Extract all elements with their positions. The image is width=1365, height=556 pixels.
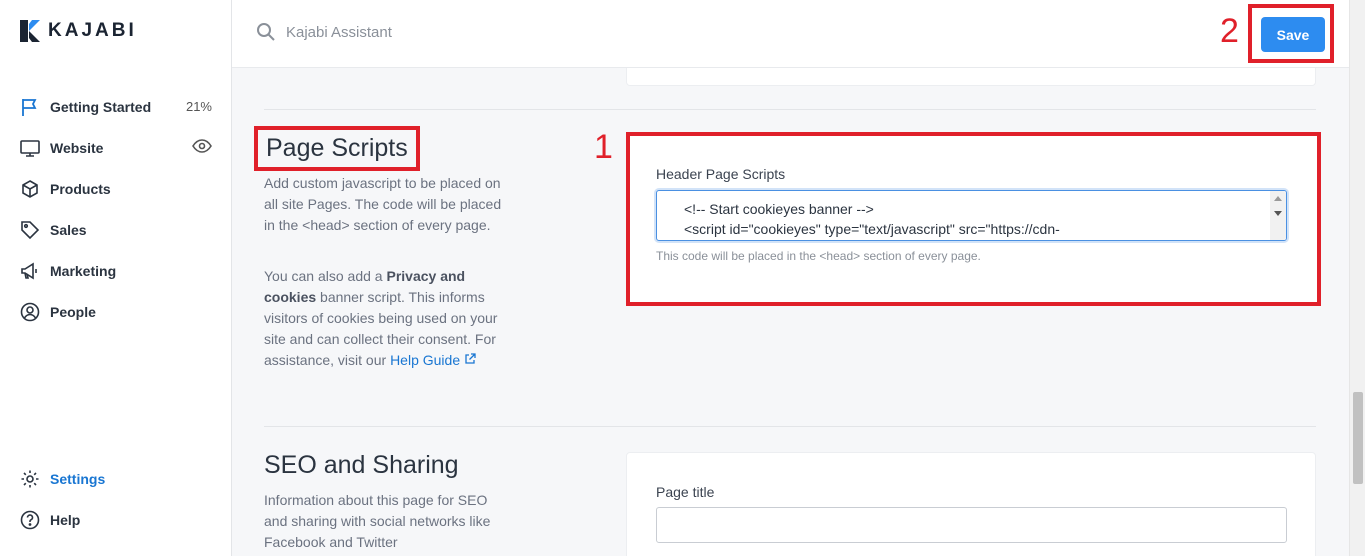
search-input[interactable]: Kajabi Assistant — [286, 24, 392, 41]
section-divider — [264, 426, 1316, 427]
kajabi-logo[interactable]: KAJABI — [20, 20, 137, 42]
flag-icon — [20, 97, 40, 117]
assistant-search[interactable]: Kajabi Assistant — [256, 22, 392, 42]
sidebar-item-label: Settings — [50, 470, 106, 487]
tag-icon — [20, 220, 40, 240]
gear-icon — [20, 469, 40, 489]
sidebar: KAJABI Getting Started 21% Website Produ… — [0, 0, 232, 556]
seo-title: SEO and Sharing — [264, 451, 459, 479]
seo-description: Information about this page for SEO and … — [264, 492, 491, 550]
textarea-scrollbar[interactable] — [1270, 191, 1286, 240]
page-scripts-description: Add custom javascript to be placed on al… — [264, 175, 502, 233]
page-scripts-title: Page Scripts — [254, 126, 420, 171]
logo-text: KAJABI — [48, 20, 137, 41]
sidebar-nav: Getting Started 21% Website Products Sal… — [0, 86, 232, 332]
progress-percent: 21% — [185, 99, 212, 114]
external-link-icon — [465, 353, 476, 364]
kajabi-logo-icon — [20, 20, 40, 42]
sidebar-item-getting-started[interactable]: Getting Started 21% — [0, 86, 232, 127]
sidebar-item-label: People — [50, 303, 96, 320]
header-scripts-hint: This code will be placed in the <head> s… — [656, 249, 981, 263]
header-page-scripts-textarea[interactable]: <!-- Start cookieyes banner --> <script … — [656, 190, 1287, 241]
page-title-input[interactable] — [656, 507, 1287, 543]
scrollbar-thumb[interactable] — [1353, 392, 1363, 484]
sidebar-item-label: Products — [50, 180, 111, 197]
question-circle-icon — [20, 510, 40, 530]
scroll-up-icon[interactable] — [1274, 196, 1282, 201]
page-title-label: Page title — [656, 484, 715, 500]
textarea-line-2: <script id="cookieyes" type="text/javasc… — [684, 221, 1060, 237]
header-page-scripts-label: Header Page Scripts — [656, 166, 786, 182]
sidebar-item-label: Getting Started — [50, 98, 152, 115]
eye-icon[interactable] — [192, 139, 212, 156]
sidebar-item-label: Website — [50, 139, 104, 156]
monitor-icon — [20, 138, 40, 158]
sidebar-item-marketing[interactable]: Marketing — [0, 250, 232, 291]
top-bar: Kajabi Assistant 2 — [232, 0, 1349, 68]
annotation-step-1: 1 — [594, 128, 613, 166]
previous-section-card — [626, 68, 1316, 86]
textarea-line-1: <!-- Start cookieyes banner --> — [684, 201, 874, 217]
person-circle-icon — [20, 302, 40, 322]
sidebar-item-website[interactable]: Website — [0, 127, 232, 168]
sidebar-item-label: Marketing — [50, 262, 117, 279]
sidebar-bottom-nav: Settings Help — [0, 458, 232, 540]
page-scrollbar[interactable] — [1349, 0, 1365, 556]
sidebar-item-label: Sales — [50, 221, 87, 238]
megaphone-icon — [20, 261, 40, 281]
scroll-down-icon[interactable] — [1274, 211, 1282, 216]
help-guide-label: Help Guide — [390, 352, 461, 368]
save-button[interactable]: Save — [1261, 17, 1325, 52]
section-divider — [264, 109, 1316, 110]
sidebar-item-sales[interactable]: Sales — [0, 209, 232, 250]
sidebar-item-people[interactable]: People — [0, 291, 232, 332]
sidebar-item-products[interactable]: Products — [0, 168, 232, 209]
sidebar-item-help[interactable]: Help — [0, 499, 232, 540]
annotation-step-2: 2 — [1220, 12, 1239, 50]
box-icon — [20, 179, 40, 199]
textarea-content: <!-- Start cookieyes banner --> <script … — [657, 191, 1286, 239]
help-guide-link[interactable]: Help Guide — [390, 352, 476, 368]
sidebar-item-label: Help — [50, 511, 81, 528]
privacy-description: You can also add a Privacy and cookies b… — [264, 266, 509, 371]
privacy-desc-text: You can also add a — [264, 268, 387, 284]
sidebar-item-settings[interactable]: Settings — [0, 458, 232, 499]
search-icon — [257, 23, 275, 41]
